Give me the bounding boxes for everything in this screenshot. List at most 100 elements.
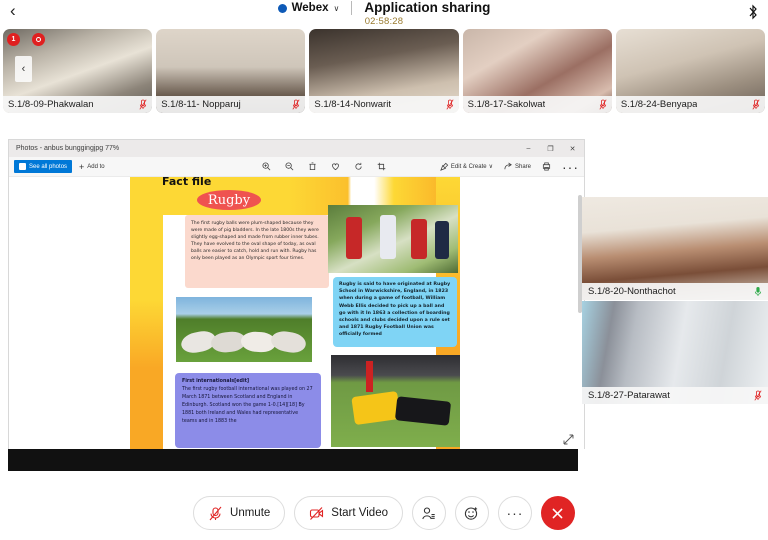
- print-icon[interactable]: [542, 162, 551, 171]
- poster-photo-tackle: [331, 355, 460, 447]
- expand-icon[interactable]: [563, 434, 574, 445]
- crop-icon[interactable]: [377, 162, 386, 171]
- poster-purple-textbox: First internationals[edit] The first rug…: [175, 373, 321, 448]
- strip-prev-button[interactable]: ‹: [15, 56, 32, 82]
- mic-muted-icon: [446, 99, 454, 110]
- thumbnail-name-bar: S.1/8-11- Nopparuj: [156, 96, 306, 113]
- poster-photo-rugby-balls: [176, 297, 312, 362]
- poster-purple-heading: First internationals[edit]: [182, 379, 250, 384]
- edit-create-icon: [440, 162, 449, 171]
- participant-name: S.1/8-27-Patarawat: [588, 390, 670, 401]
- edit-create-label: Edit & Create: [450, 163, 487, 170]
- mic-muted-icon: [754, 390, 762, 401]
- poster-photo-players: [328, 205, 458, 273]
- chevron-down-icon[interactable]: ∨: [333, 4, 339, 13]
- thumbnail-name-bar: S.1/8-09-Phakwalan: [3, 96, 153, 113]
- tile-name-bar: S.1/8-27-Patarawat: [582, 387, 768, 404]
- photos-actions: Edit & Create ∨ Share ···: [440, 160, 579, 174]
- close-icon: [553, 508, 563, 518]
- poster-left-band: [130, 177, 163, 450]
- participant-name: S.1/8-20-Nonthachot: [588, 286, 676, 297]
- participant-thumbnail-strip[interactable]: 1 ‹ S.1/8-09-Phakwalan S.1/8-11- Nopparu…: [0, 29, 768, 113]
- see-all-photos-label: See all photos: [29, 163, 68, 170]
- page-title: Application sharing: [364, 0, 491, 15]
- poster-pink-text: The first rugby balls were plum-shaped b…: [191, 221, 319, 262]
- participant-name: S.1/8-14-Nonwarit: [314, 99, 391, 110]
- meeting-timer: 02:58:28: [364, 16, 404, 27]
- thumbnail-name-bar: S.1/8-14-Nonwarit: [309, 96, 459, 113]
- webex-logo-icon: [277, 4, 287, 13]
- chevron-down-icon: ∨: [488, 164, 493, 170]
- meeting-top-bar: ‹ Webex ∨ Application sharing 02:58:28: [0, 0, 768, 28]
- start-video-label: Start Video: [331, 507, 388, 519]
- thumbnail-name-bar: S.1/8-24-Benyapa: [615, 96, 766, 113]
- mic-muted-icon: [139, 99, 147, 110]
- shared-application-window: Photos - anbus bunggingjpg 77% – ❐ ✕ See…: [8, 139, 585, 450]
- video-off-icon: [310, 506, 324, 520]
- poster-pink-textbox: The first rugby balls were plum-shaped b…: [185, 215, 329, 288]
- thumbnail-name-bar: S.1/8-17-Sakolwat: [462, 96, 612, 113]
- share-button[interactable]: Share: [504, 162, 531, 171]
- participant-thumbnail[interactable]: S.1/8-17-Sakolwat: [462, 29, 612, 113]
- recording-badge: [32, 33, 45, 46]
- poster-title-badge: Rugby: [197, 190, 261, 210]
- window-controls: – ❐ ✕: [524, 145, 581, 153]
- zoom-out-icon[interactable]: [285, 162, 294, 171]
- add-to-button[interactable]: + Add to: [79, 161, 105, 172]
- start-video-button[interactable]: Start Video: [294, 496, 403, 530]
- meeting-control-bar: Unmute Start Video ···: [0, 486, 768, 540]
- back-button[interactable]: ‹: [10, 2, 16, 20]
- participant-count-badge: 1: [7, 33, 20, 46]
- maximize-button[interactable]: ❐: [546, 145, 555, 153]
- photos-toolbar: See all photos + Add to Edit & Create ∨ …: [9, 157, 584, 177]
- plus-icon: +: [79, 161, 85, 172]
- zoom-in-icon[interactable]: [262, 162, 271, 171]
- end-call-button[interactable]: [540, 496, 575, 530]
- title-divider: [351, 0, 353, 15]
- see-all-photos-button[interactable]: See all photos: [14, 160, 73, 173]
- minimize-button[interactable]: –: [524, 145, 533, 152]
- poster-purple-text: The first rugby football international w…: [182, 387, 313, 424]
- more-icon: ···: [506, 505, 524, 521]
- mic-muted-icon: [292, 99, 300, 110]
- poster-content: Fact file Rugby The first rugby balls we…: [162, 177, 460, 450]
- thumbnail-badges: 1: [7, 33, 45, 46]
- more-icon[interactable]: ···: [562, 160, 579, 174]
- window-title-bar: Photos - anbus bunggingjpg 77% – ❐ ✕: [9, 140, 584, 157]
- participant-thumbnail[interactable]: S.1/8-14-Nonwarit: [309, 29, 459, 113]
- share-label: Share: [514, 163, 531, 170]
- more-options-button[interactable]: ···: [497, 496, 532, 530]
- poster-title: Rugby: [207, 192, 251, 208]
- photos-grid-icon: [19, 163, 26, 170]
- mic-muted-icon: [752, 99, 760, 110]
- participant-name: S.1/8-09-Phakwalan: [8, 99, 94, 110]
- participant-video-tile[interactable]: S.1/8-20-Nonthachot: [582, 197, 768, 300]
- participant-thumbnail[interactable]: S.1/8-11- Nopparuj: [156, 29, 306, 113]
- participant-thumbnail[interactable]: 1 ‹ S.1/8-09-Phakwalan: [3, 29, 153, 113]
- mic-muted-icon: [209, 506, 222, 520]
- participants-icon: [422, 506, 436, 519]
- rugby-poster-image: Fact file Rugby The first rugby balls we…: [130, 177, 460, 450]
- window-title: Photos - anbus bunggingjpg 77%: [16, 145, 120, 152]
- meeting-title-group: Webex ∨ Application sharing 02:58:28: [277, 0, 491, 27]
- participant-name: S.1/8-24-Benyapa: [620, 99, 698, 110]
- unmute-button[interactable]: Unmute: [193, 496, 286, 530]
- photo-canvas: Fact file Rugby The first rugby balls we…: [9, 177, 584, 450]
- bluetooth-icon: [749, 4, 757, 20]
- participant-video-tile[interactable]: S.1/8-27-Patarawat: [582, 301, 768, 404]
- participants-button[interactable]: [411, 496, 446, 530]
- participant-thumbnail[interactable]: S.1/8-24-Benyapa: [615, 29, 766, 113]
- poster-blue-text: Rugby is said to have originated at Rugb…: [339, 282, 451, 338]
- reactions-button[interactable]: [454, 496, 489, 530]
- close-button[interactable]: ✕: [568, 145, 577, 153]
- mic-active-icon: [754, 287, 762, 296]
- share-letterbox-bar: [8, 449, 578, 471]
- share-icon: [504, 162, 512, 170]
- rotate-icon[interactable]: [354, 162, 363, 171]
- reactions-icon: [465, 506, 478, 520]
- heart-icon[interactable]: [331, 162, 340, 171]
- tile-name-bar: S.1/8-20-Nonthachot: [582, 283, 768, 300]
- webex-app-name: Webex: [291, 1, 329, 14]
- delete-icon[interactable]: [308, 162, 317, 171]
- edit-create-button[interactable]: Edit & Create ∨: [440, 162, 493, 171]
